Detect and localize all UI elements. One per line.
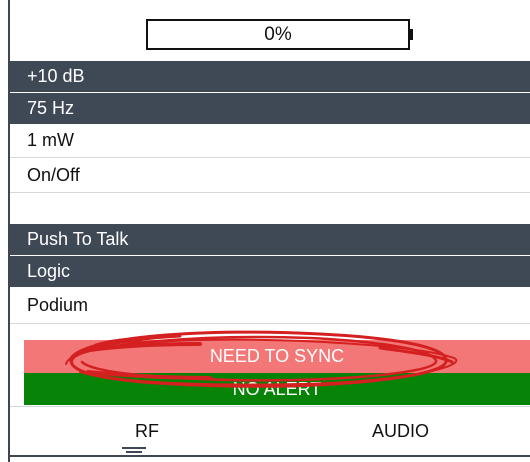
row-power-label: 1 mW [27, 130, 74, 150]
row-frequency[interactable]: 75 Hz [10, 92, 530, 124]
row-podium-label: Podium [27, 294, 89, 315]
battery-percent-label: 0% [264, 23, 292, 45]
tab-bar: RF AUDIO [10, 406, 530, 457]
tab-rf[interactable]: RF [135, 421, 159, 442]
no-alert-banner: NO ALERT [24, 373, 530, 405]
battery-indicator: 0% [146, 19, 410, 50]
row-push-to-talk[interactable]: Push To Talk [10, 223, 530, 255]
row-power[interactable]: 1 mW [10, 124, 530, 158]
tab-audio[interactable]: AUDIO [372, 421, 429, 442]
row-frequency-label: 75 Hz [27, 98, 75, 118]
row-podium[interactable]: Podium [10, 287, 530, 324]
row-mode-label: On/Off [27, 164, 80, 185]
row-push-to-talk-label: Push To Talk [27, 229, 129, 249]
row-gain-label: +10 dB [27, 66, 85, 86]
battery-terminal [410, 29, 413, 40]
need-to-sync-banner[interactable]: NEED TO SYNC [24, 340, 530, 373]
row-logic-label: Logic [27, 261, 71, 281]
device-panel: 0% +10 dB 75 Hz 1 mW On/Off Push To Talk… [0, 0, 530, 462]
row-logic[interactable]: Logic [10, 255, 530, 287]
panel-bottom-border [8, 455, 530, 457]
row-mode[interactable]: On/Off [10, 158, 530, 193]
row-gain[interactable]: +10 dB [10, 60, 530, 92]
no-alert-label: NO ALERT [232, 378, 322, 399]
need-to-sync-label: NEED TO SYNC [209, 346, 345, 366]
